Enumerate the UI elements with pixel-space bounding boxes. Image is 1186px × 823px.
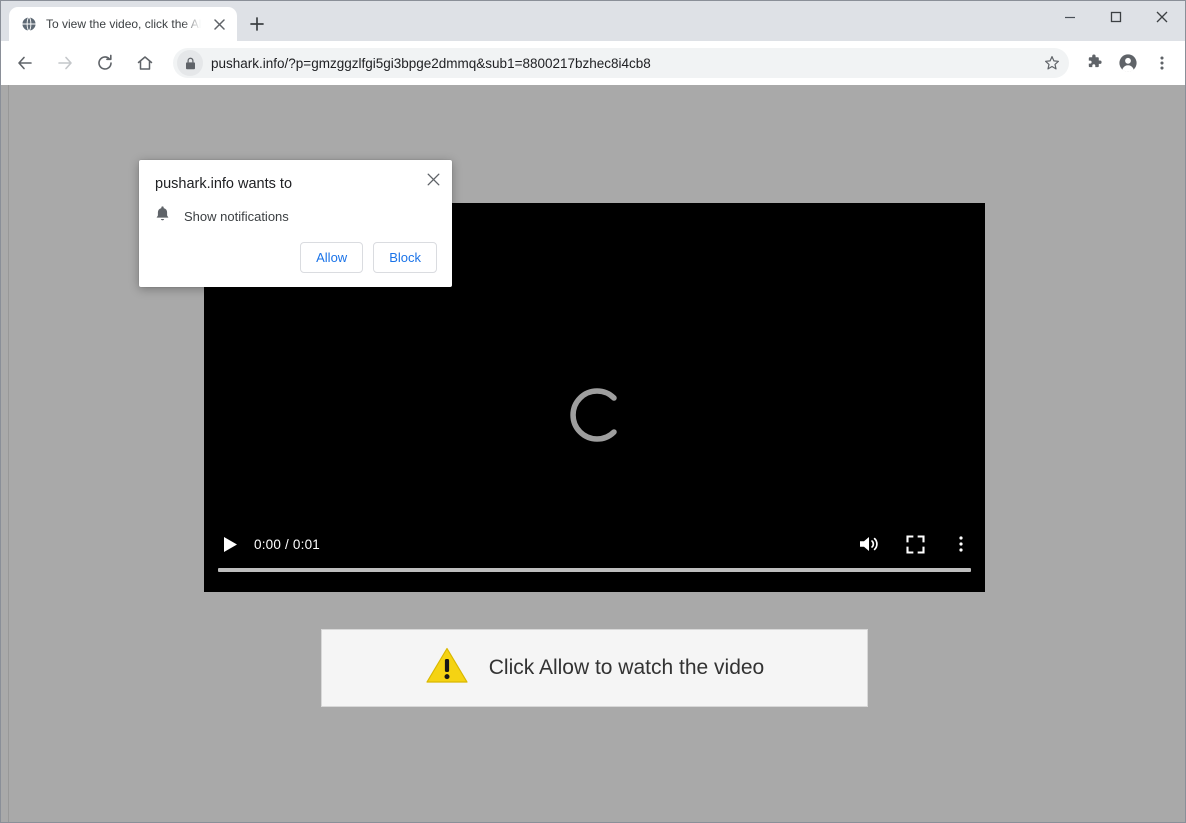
tab-close-button[interactable] xyxy=(210,15,228,33)
browser-tab[interactable]: To view the video, click the Allow xyxy=(9,7,237,41)
permission-label: Show notifications xyxy=(184,208,289,224)
time-display: 0:00 / 0:01 xyxy=(254,536,321,552)
browser-menu-button[interactable] xyxy=(1147,48,1177,78)
star-icon[interactable] xyxy=(1039,50,1065,76)
minimize-button[interactable] xyxy=(1047,1,1093,33)
tab-title: To view the video, click the Allow xyxy=(46,17,201,31)
video-controls-right xyxy=(855,530,975,558)
browser-window: To view the video, click the Allow xyxy=(0,0,1186,823)
video-controls: 0:00 / 0:01 xyxy=(204,516,985,592)
bell-icon xyxy=(155,205,170,227)
notification-permission-dialog: pushark.info wants to Show notifications… xyxy=(139,160,452,287)
maximize-button[interactable] xyxy=(1093,1,1139,33)
new-tab-button[interactable] xyxy=(243,10,271,38)
dialog-title: pushark.info wants to xyxy=(155,176,293,192)
reload-button[interactable] xyxy=(88,46,122,80)
video-more-options-button[interactable] xyxy=(947,530,975,558)
page-edge-divider xyxy=(8,85,9,822)
play-button[interactable] xyxy=(216,530,244,558)
browser-toolbar: pushark.info/?p=gmzggzlfgi5gi3bpge2dmmq&… xyxy=(1,41,1185,85)
lock-icon[interactable] xyxy=(177,50,203,76)
banner-text: Click Allow to watch the video xyxy=(488,656,765,679)
tab-strip: To view the video, click the Allow xyxy=(1,1,1185,41)
window-controls xyxy=(1047,1,1185,33)
extensions-button[interactable] xyxy=(1079,48,1109,78)
home-button[interactable] xyxy=(128,46,162,80)
volume-button[interactable] xyxy=(855,530,883,558)
video-seek-bar[interactable] xyxy=(218,568,971,572)
allow-button[interactable]: Allow xyxy=(300,242,364,273)
forward-button[interactable] xyxy=(48,46,82,80)
address-bar[interactable]: pushark.info/?p=gmzggzlfgi5gi3bpge2dmmq&… xyxy=(173,48,1069,78)
globe-icon xyxy=(21,16,37,32)
warning-triangle-icon xyxy=(425,646,469,691)
video-controls-left: 0:00 / 0:01 xyxy=(216,530,320,558)
loading-spinner-icon xyxy=(557,377,633,453)
fullscreen-button[interactable] xyxy=(901,530,929,558)
url-text[interactable]: pushark.info/?p=gmzggzlfgi5gi3bpge2dmmq&… xyxy=(203,56,1039,71)
page-content: 0:00 / 0:01 Click Allow to watch the vid… xyxy=(1,85,1185,822)
dialog-actions: Allow Block xyxy=(300,242,437,273)
allow-prompt-banner: Click Allow to watch the video xyxy=(321,629,868,707)
permission-row: Show notifications xyxy=(155,205,289,227)
profile-button[interactable] xyxy=(1113,48,1143,78)
back-button[interactable] xyxy=(8,46,42,80)
dialog-close-button[interactable] xyxy=(420,166,446,192)
block-button[interactable]: Block xyxy=(373,242,437,273)
close-window-button[interactable] xyxy=(1139,1,1185,33)
